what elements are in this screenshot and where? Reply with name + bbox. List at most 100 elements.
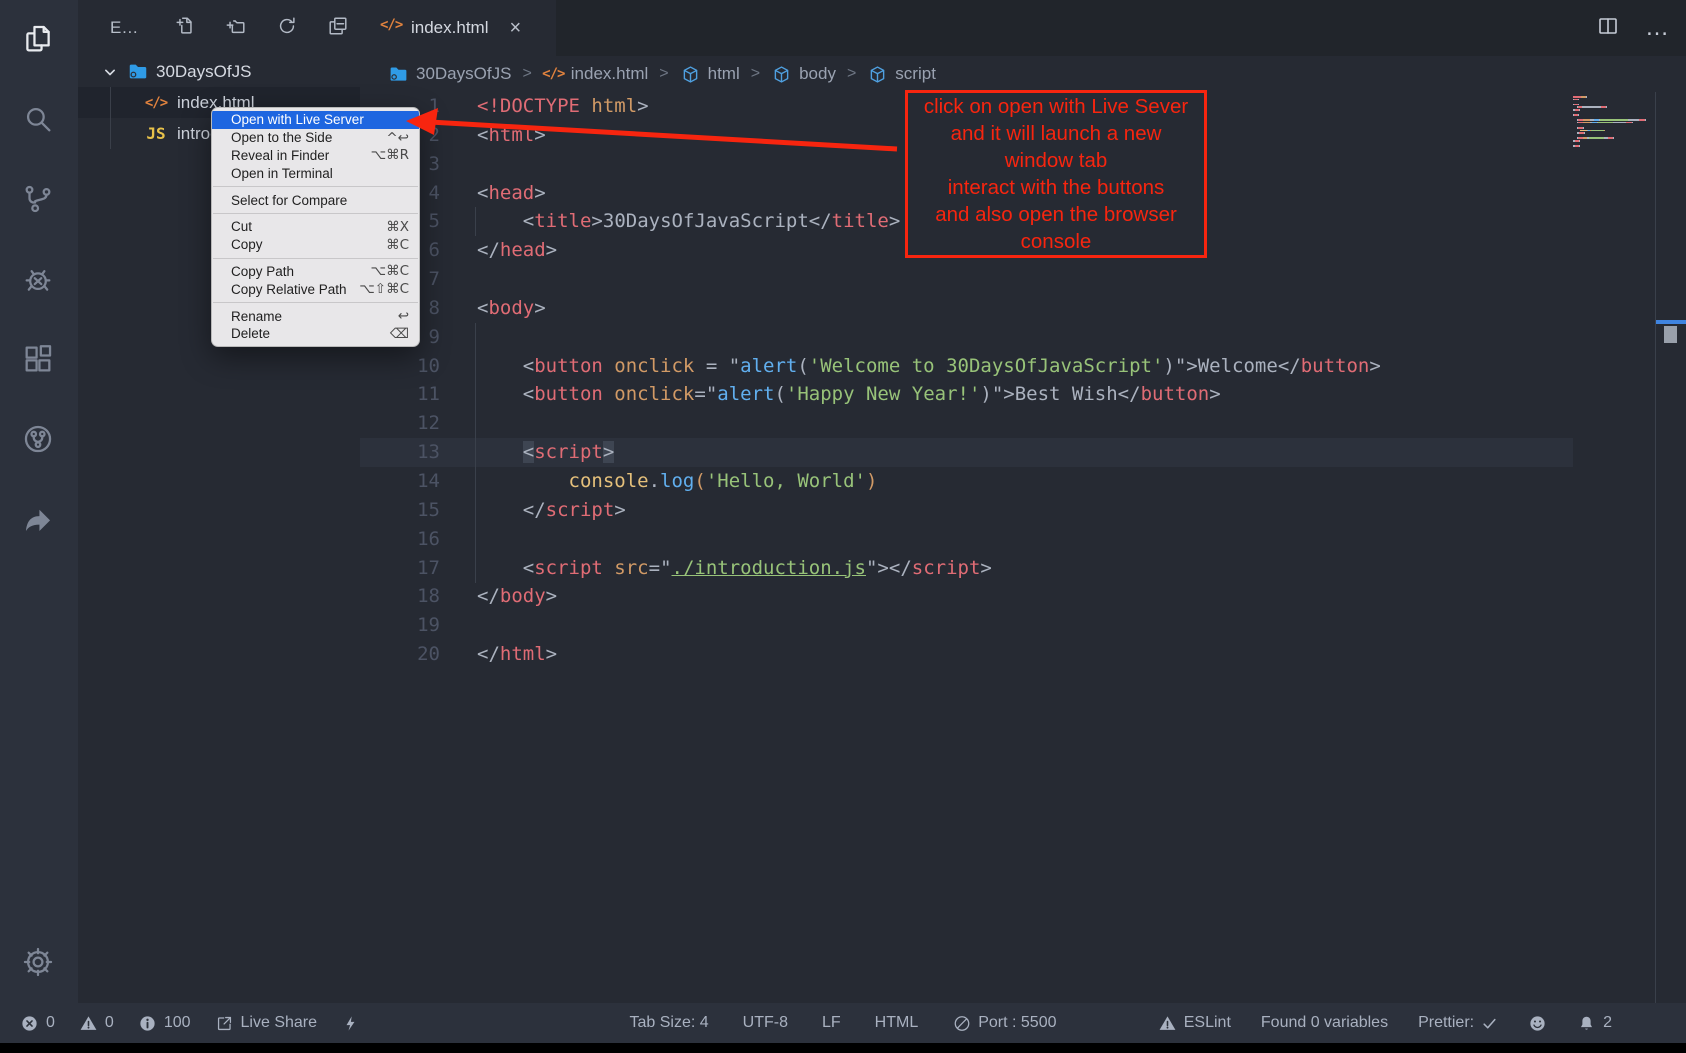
context-menu: Open with Live ServerOpen to the Side^↩R… — [211, 107, 420, 347]
activity-source-control-button[interactable] — [21, 182, 57, 218]
code-line[interactable]: 12 — [360, 409, 1573, 438]
tab-index-html[interactable]: </> index.html × — [360, 0, 556, 56]
status-item-100[interactable]: 100 — [138, 1014, 191, 1033]
breadcrumb-label: index.html — [571, 64, 648, 84]
status-item-port-5500[interactable]: Port : 5500 — [952, 1014, 1056, 1033]
status-item-2[interactable]: 2 — [1577, 1014, 1612, 1033]
status-item-eslint[interactable]: ESLint — [1158, 1014, 1231, 1033]
line-number[interactable]: 11 — [360, 380, 440, 409]
activity-debug-button[interactable] — [21, 262, 57, 298]
manage-gear-button[interactable] — [21, 945, 57, 981]
folder-icon — [388, 64, 409, 85]
code-line[interactable]: 16 — [360, 525, 1573, 554]
status-item-found-0-variables[interactable]: Found 0 variables — [1261, 1014, 1388, 1032]
new-folder-button[interactable] — [225, 15, 247, 42]
code-line[interactable]: 20</html> — [360, 640, 1573, 669]
menu-item-reveal-in-finder[interactable]: Reveal in Finder⌥⌘R — [212, 147, 419, 165]
menu-item-label: Select for Compare — [231, 193, 347, 208]
more-actions-button[interactable]: … — [1646, 16, 1670, 40]
status-label: 2 — [1603, 1014, 1612, 1032]
line-number[interactable]: 15 — [360, 496, 440, 525]
folder-row-30DaysOfJS[interactable]: 30DaysOfJS — [78, 56, 360, 87]
status-label: LF — [822, 1014, 841, 1032]
scrollbar-thumb[interactable] — [1664, 326, 1677, 343]
minimap[interactable] — [1573, 96, 1655, 148]
close-icon[interactable]: × — [509, 17, 521, 40]
code-text: </head> — [477, 236, 557, 265]
minimap-line — [1573, 114, 1655, 116]
gear-icon — [21, 945, 55, 979]
status-item-0[interactable]: 0 — [79, 1014, 114, 1033]
menu-item-open-to-the-side[interactable]: Open to the Side^↩ — [212, 129, 419, 147]
activity-extensions-button[interactable] — [21, 342, 57, 378]
status-item-tab-size-4[interactable]: Tab Size: 4 — [630, 1014, 709, 1032]
refresh-button[interactable] — [276, 15, 298, 42]
activity-live-share-circle-button[interactable] — [21, 422, 57, 458]
menu-item-open-in-terminal[interactable]: Open in Terminal — [212, 164, 419, 182]
line-number[interactable]: 12 — [360, 409, 440, 438]
breadcrumb-label: html — [708, 64, 740, 84]
breadcrumb-item-body[interactable]: body — [771, 64, 836, 85]
menu-item-delete[interactable]: Delete⌫ — [212, 325, 419, 343]
line-number[interactable]: 16 — [360, 525, 440, 554]
menu-item-select-for-compare[interactable]: Select for Compare — [212, 191, 419, 209]
activity-explorer-files-button[interactable] — [21, 22, 57, 58]
breadcrumb-item-30DaysOfJS[interactable]: 30DaysOfJS — [388, 64, 511, 85]
minimap-line — [1573, 119, 1655, 121]
menu-item-rename[interactable]: Rename↩ — [212, 307, 419, 325]
code-text: </script> — [477, 496, 626, 525]
folder-icon — [127, 61, 149, 83]
status-item-icon[interactable] — [1528, 1014, 1547, 1033]
code-text: <body> — [477, 294, 546, 323]
status-item-icon[interactable] — [341, 1014, 360, 1033]
menu-item-open-with-live-server[interactable]: Open with Live Server — [212, 111, 419, 129]
code-line[interactable]: 9 — [360, 323, 1573, 352]
code-line[interactable]: 13 <script> — [360, 438, 1573, 467]
line-number[interactable]: 13 — [360, 438, 440, 467]
status-item-lf[interactable]: LF — [822, 1014, 841, 1032]
breadcrumb-item-script[interactable]: script — [867, 64, 936, 85]
code-line[interactable]: 17 <script src="./introduction.js"></scr… — [360, 554, 1573, 583]
new-file-button[interactable] — [174, 15, 196, 42]
activity-search-button[interactable] — [21, 102, 57, 138]
activity-share-arrow-button[interactable] — [21, 502, 57, 538]
minimap-line — [1573, 132, 1655, 134]
menu-item-copy-relative-path[interactable]: Copy Relative Path⌥⇧⌘C — [212, 280, 419, 298]
line-number[interactable]: 19 — [360, 611, 440, 640]
code-line[interactable]: 14 console.log('Hello, World') — [360, 467, 1573, 496]
breadcrumb-item-html[interactable]: html — [680, 64, 740, 85]
menu-item-copy[interactable]: Copy⌘C — [212, 236, 419, 254]
code-text: <button onclick="alert('Happy New Year!'… — [477, 380, 1221, 409]
line-number[interactable]: 10 — [360, 352, 440, 381]
status-label: 100 — [164, 1014, 191, 1032]
annotation-line: and also open the browser — [908, 201, 1204, 228]
indent-guide — [475, 323, 476, 583]
status-item-prettier-[interactable]: Prettier: — [1418, 1014, 1498, 1032]
status-item-0[interactable]: 0 — [20, 1014, 55, 1033]
line-number[interactable]: 14 — [360, 467, 440, 496]
code-line[interactable]: 15 </script> — [360, 496, 1573, 525]
minimap-line — [1573, 109, 1655, 111]
code-line[interactable]: 18</body> — [360, 582, 1573, 611]
status-item-utf-8[interactable]: UTF-8 — [743, 1014, 788, 1032]
folder-label: 30DaysOfJS — [156, 62, 251, 82]
split-editor-button[interactable] — [1596, 14, 1620, 43]
status-item-html[interactable]: HTML — [875, 1014, 919, 1032]
menu-item-copy-path[interactable]: Copy Path⌥⌘C — [212, 263, 419, 281]
line-number[interactable]: 18 — [360, 582, 440, 611]
scrollbar[interactable] — [1655, 92, 1686, 1003]
line-number[interactable]: 20 — [360, 640, 440, 669]
code-line[interactable]: 8<body> — [360, 294, 1573, 323]
status-item-live-share[interactable]: Live Share — [215, 1014, 318, 1033]
code-line[interactable]: 7 — [360, 265, 1573, 294]
collapse-all-button[interactable] — [327, 15, 349, 42]
breadcrumb-item-index.html[interactable]: </>index.html — [543, 64, 648, 85]
code-text: <script src="./introduction.js"></script… — [477, 554, 992, 583]
line-number[interactable]: 17 — [360, 554, 440, 583]
code-line[interactable]: 11 <button onclick="alert('Happy New Yea… — [360, 380, 1573, 409]
minimap-line — [1573, 104, 1655, 106]
code-line[interactable]: 10 <button onclick = "alert('Welcome to … — [360, 352, 1573, 381]
menu-item-cut[interactable]: Cut⌘X — [212, 218, 419, 236]
code-line[interactable]: 19 — [360, 611, 1573, 640]
explorer-header: E… — [78, 0, 360, 56]
